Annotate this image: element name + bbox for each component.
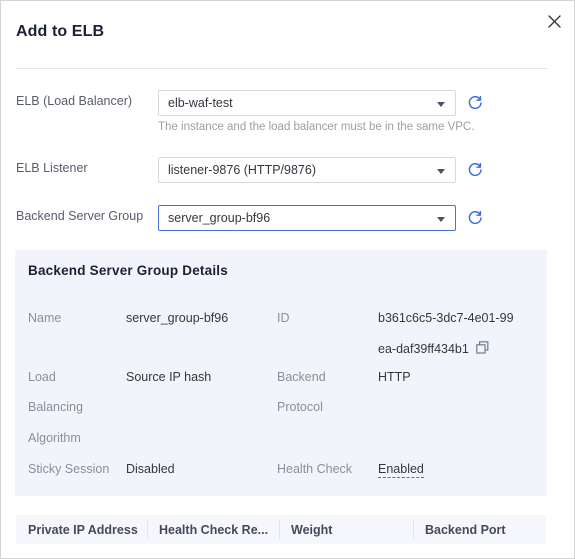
detail-value-id-line1: b361c6c5-3dc7-4e01-99	[378, 311, 514, 325]
detail-value-lb-algorithm: Source IP hash	[126, 370, 212, 384]
table-column-header-weight[interactable]: Weight	[291, 523, 332, 537]
table-header-divider	[413, 520, 414, 539]
detail-label-health-check: Health Check	[277, 462, 353, 476]
table-header-divider	[147, 520, 148, 539]
table-column-header-backend-port[interactable]: Backend Port	[425, 523, 506, 537]
detail-value-backend-protocol: HTTP	[378, 370, 411, 384]
copy-icon[interactable]	[476, 341, 489, 354]
detail-label-lb-algorithm-line1: Load	[28, 370, 56, 384]
backend-server-group-details-panel: Backend Server Group Details Name server…	[15, 250, 547, 496]
detail-value-sticky-session: Disabled	[126, 462, 175, 476]
elb-select-value: elb-waf-test	[168, 96, 233, 110]
backend-group-label: Backend Server Group	[16, 209, 144, 223]
close-icon[interactable]	[543, 10, 565, 32]
add-to-elb-dialog: Add to ELB ELB (Load Balancer) elb-waf-t…	[0, 0, 575, 559]
backend-servers-table-header: Private IP Address Health Check Re... We…	[16, 515, 546, 544]
form-row-listener: ELB Listener listener-9876 (HTTP/9876)	[1, 157, 574, 183]
table-header-divider	[279, 520, 280, 539]
backend-group-refresh-icon[interactable]	[466, 209, 484, 227]
detail-value-id-line2: ea-daf39ff434b1	[378, 342, 469, 356]
detail-label-backend-protocol-line1: Backend	[277, 370, 326, 384]
detail-label-id: ID	[277, 311, 290, 325]
chevron-down-icon	[437, 217, 445, 222]
elb-helper-text: The instance and the load balancer must …	[158, 121, 475, 133]
detail-value-name: server_group-bf96	[126, 311, 229, 325]
backend-group-select-value: server_group-bf96	[168, 211, 271, 225]
listener-refresh-icon[interactable]	[466, 161, 484, 179]
elb-label: ELB (Load Balancer)	[16, 94, 133, 108]
table-column-header-health-check[interactable]: Health Check Re...	[159, 523, 268, 537]
detail-value-health-check[interactable]: Enabled	[378, 462, 424, 478]
elb-refresh-icon[interactable]	[466, 94, 484, 112]
detail-label-name: Name	[28, 311, 62, 325]
listener-select[interactable]: listener-9876 (HTTP/9876)	[158, 157, 456, 183]
elb-select[interactable]: elb-waf-test	[158, 90, 456, 116]
form-row-backend-group: Backend Server Group server_group-bf96	[1, 205, 574, 231]
listener-select-value: listener-9876 (HTTP/9876)	[168, 163, 316, 177]
chevron-down-icon	[437, 169, 445, 174]
detail-label-backend-protocol-line2: Protocol	[277, 400, 323, 414]
table-column-header-private-ip[interactable]: Private IP Address	[28, 523, 138, 537]
form-row-elb: ELB (Load Balancer) elb-waf-test	[1, 90, 574, 116]
dialog-title: Add to ELB	[16, 23, 105, 40]
listener-label: ELB Listener	[16, 161, 88, 175]
detail-label-sticky-session: Sticky Session	[28, 462, 110, 476]
chevron-down-icon	[437, 102, 445, 107]
details-panel-title: Backend Server Group Details	[28, 263, 228, 278]
backend-group-select[interactable]: server_group-bf96	[158, 205, 456, 231]
detail-label-lb-algorithm-line3: Algorithm	[28, 431, 81, 445]
header-divider	[16, 68, 547, 69]
detail-label-lb-algorithm-line2: Balancing	[28, 400, 83, 414]
